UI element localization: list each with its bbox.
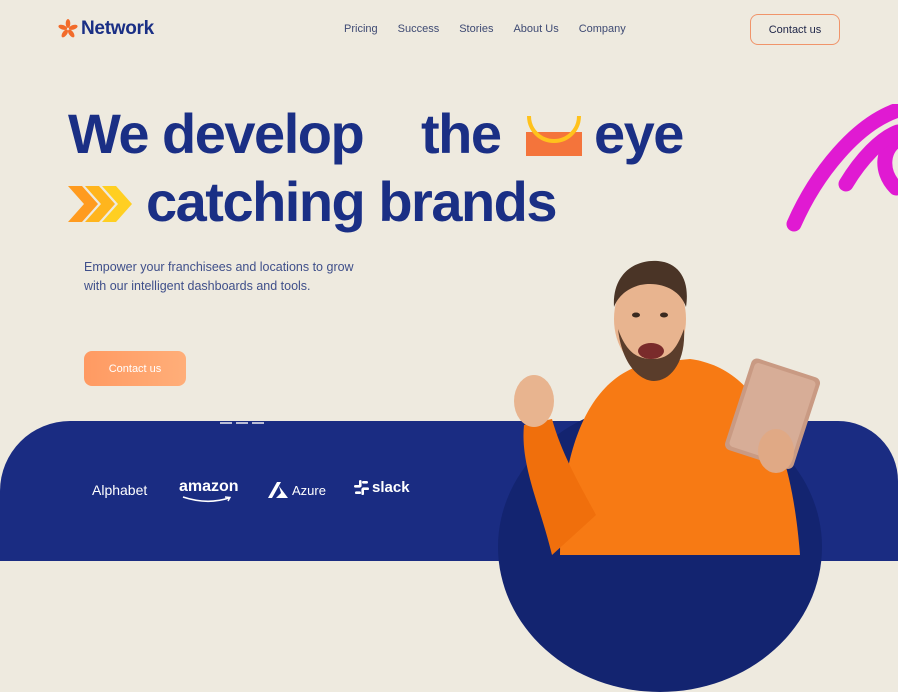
- nav-item-pricing[interactable]: Pricing: [344, 23, 378, 35]
- nav-item-company[interactable]: Company: [579, 23, 626, 35]
- network-logo-icon: [58, 19, 78, 38]
- partner-slack-label: slack: [372, 479, 410, 496]
- azure-icon: [268, 482, 288, 498]
- hero-contact-button[interactable]: Contact us: [84, 351, 186, 386]
- slack-icon: [354, 480, 369, 495]
- nav-item-about-us[interactable]: About Us: [513, 23, 558, 35]
- hero-subtext: Empower your franchisees and locations t…: [84, 260, 354, 293]
- partner-slack: slack: [354, 479, 410, 496]
- headline-we-develop: We develop: [68, 102, 365, 165]
- main-nav: Pricing Success Stories About Us Company: [344, 23, 646, 35]
- headline-eye: eye: [594, 102, 684, 165]
- brand-logo[interactable]: Network: [58, 18, 154, 40]
- nav-item-stories[interactable]: Stories: [459, 23, 493, 35]
- dashes-decoration: [220, 422, 264, 424]
- partner-alphabet: Alphabet: [92, 482, 147, 498]
- chevrons-icon: [68, 186, 132, 222]
- header-contact-button[interactable]: Contact us: [750, 14, 840, 45]
- person-with-tablet-image: [514, 260, 821, 555]
- headline-catching-brands: catching brands: [146, 170, 558, 233]
- nav-item-success[interactable]: Success: [398, 23, 440, 35]
- partner-amazon-label: amazon: [179, 478, 239, 495]
- partner-amazon: amazon: [179, 479, 239, 503]
- half-bowl-icon: [526, 115, 582, 156]
- headline-the: the: [421, 102, 502, 165]
- partner-azure: Azure: [268, 482, 326, 498]
- amazon-smile-icon: [182, 496, 232, 503]
- partner-alphabet-label: Alphabet: [92, 482, 148, 498]
- swirl-icon: [786, 104, 898, 232]
- partner-azure-label: Azure: [292, 482, 326, 498]
- brand-name: Network: [81, 18, 154, 39]
